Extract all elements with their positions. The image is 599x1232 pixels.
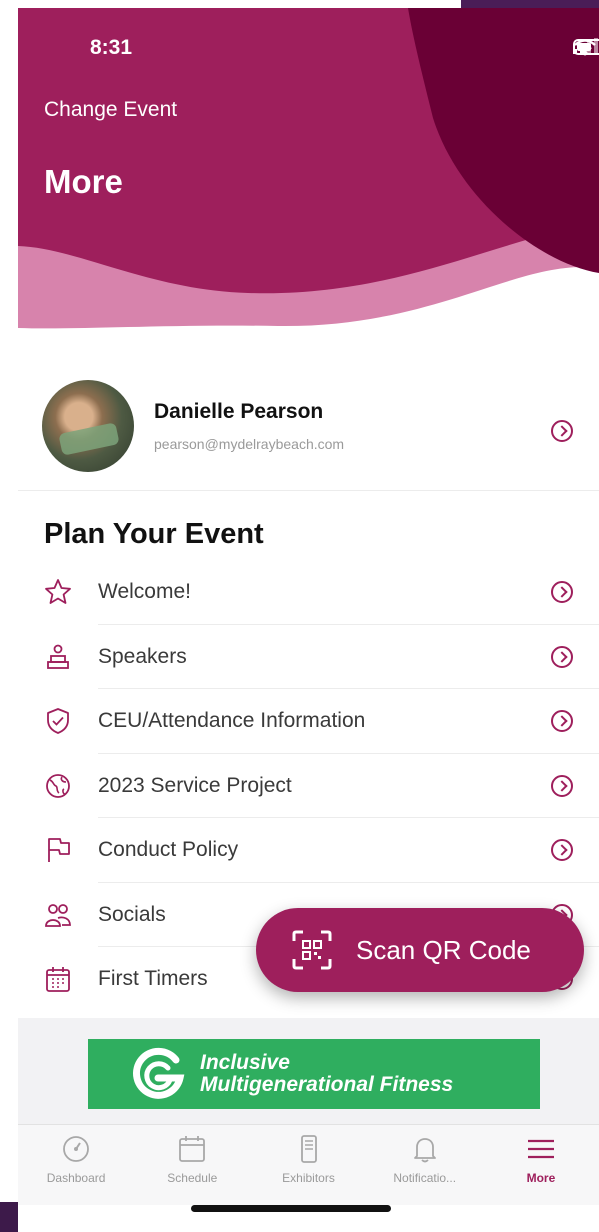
menu-icon [527,1139,554,1159]
menu-item-label: 2023 Service Project [98,773,292,797]
chevron-right-icon [551,581,573,603]
people-icon [45,903,71,927]
speaker-podium-icon [47,644,69,669]
chevron-right-icon [551,839,573,861]
dashboard-icon [63,1136,89,1162]
section-title: Plan Your Event [44,518,264,550]
chevron-right-icon [551,645,573,668]
menu-item-welcome[interactable]: Welcome! [18,560,599,625]
calendar-icon [46,967,70,992]
tab-label: More [526,1171,556,1185]
chevron-right-icon [551,774,573,797]
profile-row[interactable]: Danielle Pearson pearson@mydelraybeach.c… [18,370,599,490]
menu-item-ceu-attendance[interactable]: CEU/Attendance Information [18,689,599,754]
menu-item-label: Welcome! [98,580,191,603]
qr-scan-icon [292,930,332,970]
app-screen: 8:31 Change Event More Danielle Pearson … [18,8,599,1232]
menu-item-label: CEU/Attendance Information [98,709,366,732]
scan-qr-button[interactable]: Scan QR Code [256,908,584,992]
tab-schedule[interactable]: Schedule [134,1125,250,1205]
tab-label: Exhibitors [282,1171,335,1185]
tab-exhibitors[interactable]: Exhibitors [250,1125,366,1205]
profile-email: pearson@mydelraybeach.com [154,436,345,452]
shield-check-icon [47,708,69,734]
star-icon [45,579,71,604]
profile-name: Danielle Pearson [154,400,324,423]
header: 8:31 Change Event More [18,8,599,343]
scan-qr-label: Scan QR Code [356,934,531,965]
tab-notifications[interactable]: Notificatio... [367,1125,483,1205]
chevron-right-icon [551,710,573,732]
tab-label: Dashboard [46,1171,106,1185]
change-event-link[interactable]: Change Event [44,98,177,122]
avatar [42,380,134,472]
corner-decoration [0,1202,18,1232]
status-time: 8:31 [90,36,133,59]
tab-dashboard[interactable]: Dashboard [18,1125,134,1205]
globe-icon [46,773,70,798]
chevron-right-icon [551,420,573,442]
bell-icon [413,1138,436,1163]
menu-item-label: Conduct Policy [98,838,239,861]
menu-item-label: First Timers [98,967,208,990]
banner-line-1: Inclusive [200,1051,290,1074]
sponsor-banner[interactable]: Inclusive Multigenerational Fitness [88,1039,540,1109]
sponsor-logo-icon [133,1047,185,1099]
home-indicator [191,1205,391,1212]
menu-item-speakers[interactable]: Speakers [18,625,599,689]
banner-line-2: Multigenerational Fitness [200,1073,454,1096]
calendar-icon [179,1136,206,1162]
banner-area: Inclusive Multigenerational Fitness [18,1018,599,1124]
tab-more[interactable]: More [483,1125,599,1205]
battery-icon [573,39,599,55]
tab-label: Schedule [167,1171,218,1185]
flag-icon [48,838,70,862]
menu-item-label: Socials [98,902,166,926]
tab-label: Notificatio... [393,1171,457,1185]
menu-item-conduct-policy[interactable]: Conduct Policy [18,818,599,883]
menu-item-label: Speakers [98,644,187,668]
divider [18,490,599,491]
exhibitors-icon [300,1135,317,1163]
banner-text: Inclusive Multigenerational Fitness [200,1052,453,1096]
tab-bar: Dashboard Schedule Exhibitors Notificati… [18,1124,599,1205]
page-title: More [44,163,123,200]
menu-item-service-project[interactable]: 2023 Service Project [18,754,599,818]
corner-decoration [461,0,599,8]
